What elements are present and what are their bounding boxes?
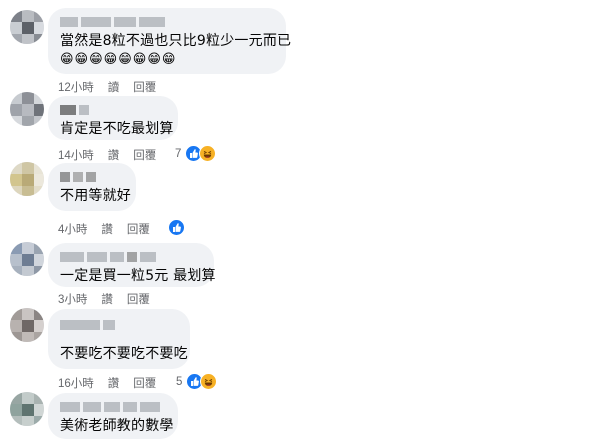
avatar[interactable] <box>10 10 44 44</box>
comment-meta: 14小時 讚 回覆 <box>58 147 156 163</box>
comment-bubble: 當然是8粒不過也只比9粒少一元而已 😁😁😁😁😁😁😁😁 <box>48 8 292 74</box>
timestamp[interactable]: 3小時 <box>58 291 87 307</box>
comment-meta: 3小時 讚 回覆 <box>58 291 150 307</box>
comment-text: 一定是買一粒5元 最划算 <box>60 268 216 284</box>
reaction-summary[interactable]: 7 <box>175 145 217 162</box>
comment-bubble: 一定是買一粒5元 最划算 <box>48 243 216 287</box>
timestamp[interactable]: 4小時 <box>58 221 87 237</box>
avatar[interactable] <box>10 242 44 276</box>
author-name-blurred[interactable] <box>60 319 178 331</box>
comment-text: 美術老師教的數學 <box>60 418 174 434</box>
author-name-blurred[interactable] <box>60 171 124 183</box>
comment-text: 當然是8粒不過也只比9粒少一元而已 <box>60 33 292 49</box>
reaction-count: 5 <box>176 375 183 388</box>
reply-link[interactable]: 回覆 <box>133 147 156 163</box>
like-link[interactable]: 讚 <box>108 147 120 163</box>
comment-text: 不要吃不要吃不要吃 <box>60 346 188 362</box>
emoji-row: 😁😁😁😁😁😁😁😁 <box>60 52 177 67</box>
avatar[interactable] <box>10 392 44 426</box>
like-link[interactable]: 讚 <box>101 291 113 307</box>
avatar[interactable] <box>10 308 44 342</box>
author-name-blurred[interactable] <box>60 251 202 263</box>
avatar[interactable] <box>10 162 44 196</box>
reaction-summary[interactable] <box>168 219 185 236</box>
timestamp[interactable]: 16小時 <box>58 375 94 391</box>
comment-meta: 4小時 讚 回覆 <box>58 221 150 237</box>
comment-bubble: 肯定是不吃最划算 <box>48 96 178 140</box>
comment-text: 不用等就好 <box>60 188 131 204</box>
author-name-blurred[interactable] <box>60 104 166 116</box>
author-name-blurred[interactable] <box>60 16 274 28</box>
like-link[interactable]: 讚 <box>108 375 120 391</box>
comment-text: 肯定是不吃最划算 <box>60 121 174 137</box>
like-link[interactable]: 讚 <box>101 221 113 237</box>
comment-meta: 12小時 讀 回覆 <box>58 79 156 95</box>
laughing-face-icon <box>199 145 217 162</box>
reply-link[interactable]: 回覆 <box>133 79 156 95</box>
thumbs-up-icon <box>168 219 185 236</box>
reply-link[interactable]: 回覆 <box>133 375 156 391</box>
timestamp[interactable]: 12小時 <box>58 79 94 95</box>
comment-meta: 16小時 讚 回覆 <box>58 375 156 391</box>
author-name-blurred[interactable] <box>60 401 166 413</box>
laughing-face-icon <box>200 373 218 390</box>
reaction-count: 7 <box>175 147 182 160</box>
comment-bubble: 美術老師教的數學 <box>48 393 178 439</box>
reply-link[interactable]: 回覆 <box>127 221 150 237</box>
reply-link[interactable]: 回覆 <box>127 291 150 307</box>
like-link[interactable]: 讀 <box>108 79 120 95</box>
comment-bubble: 不用等就好 <box>48 163 136 211</box>
timestamp[interactable]: 14小時 <box>58 147 94 163</box>
comment-bubble: 不要吃不要吃不要吃 <box>48 309 190 369</box>
reaction-summary[interactable]: 5 <box>176 373 218 390</box>
avatar[interactable] <box>10 92 44 126</box>
